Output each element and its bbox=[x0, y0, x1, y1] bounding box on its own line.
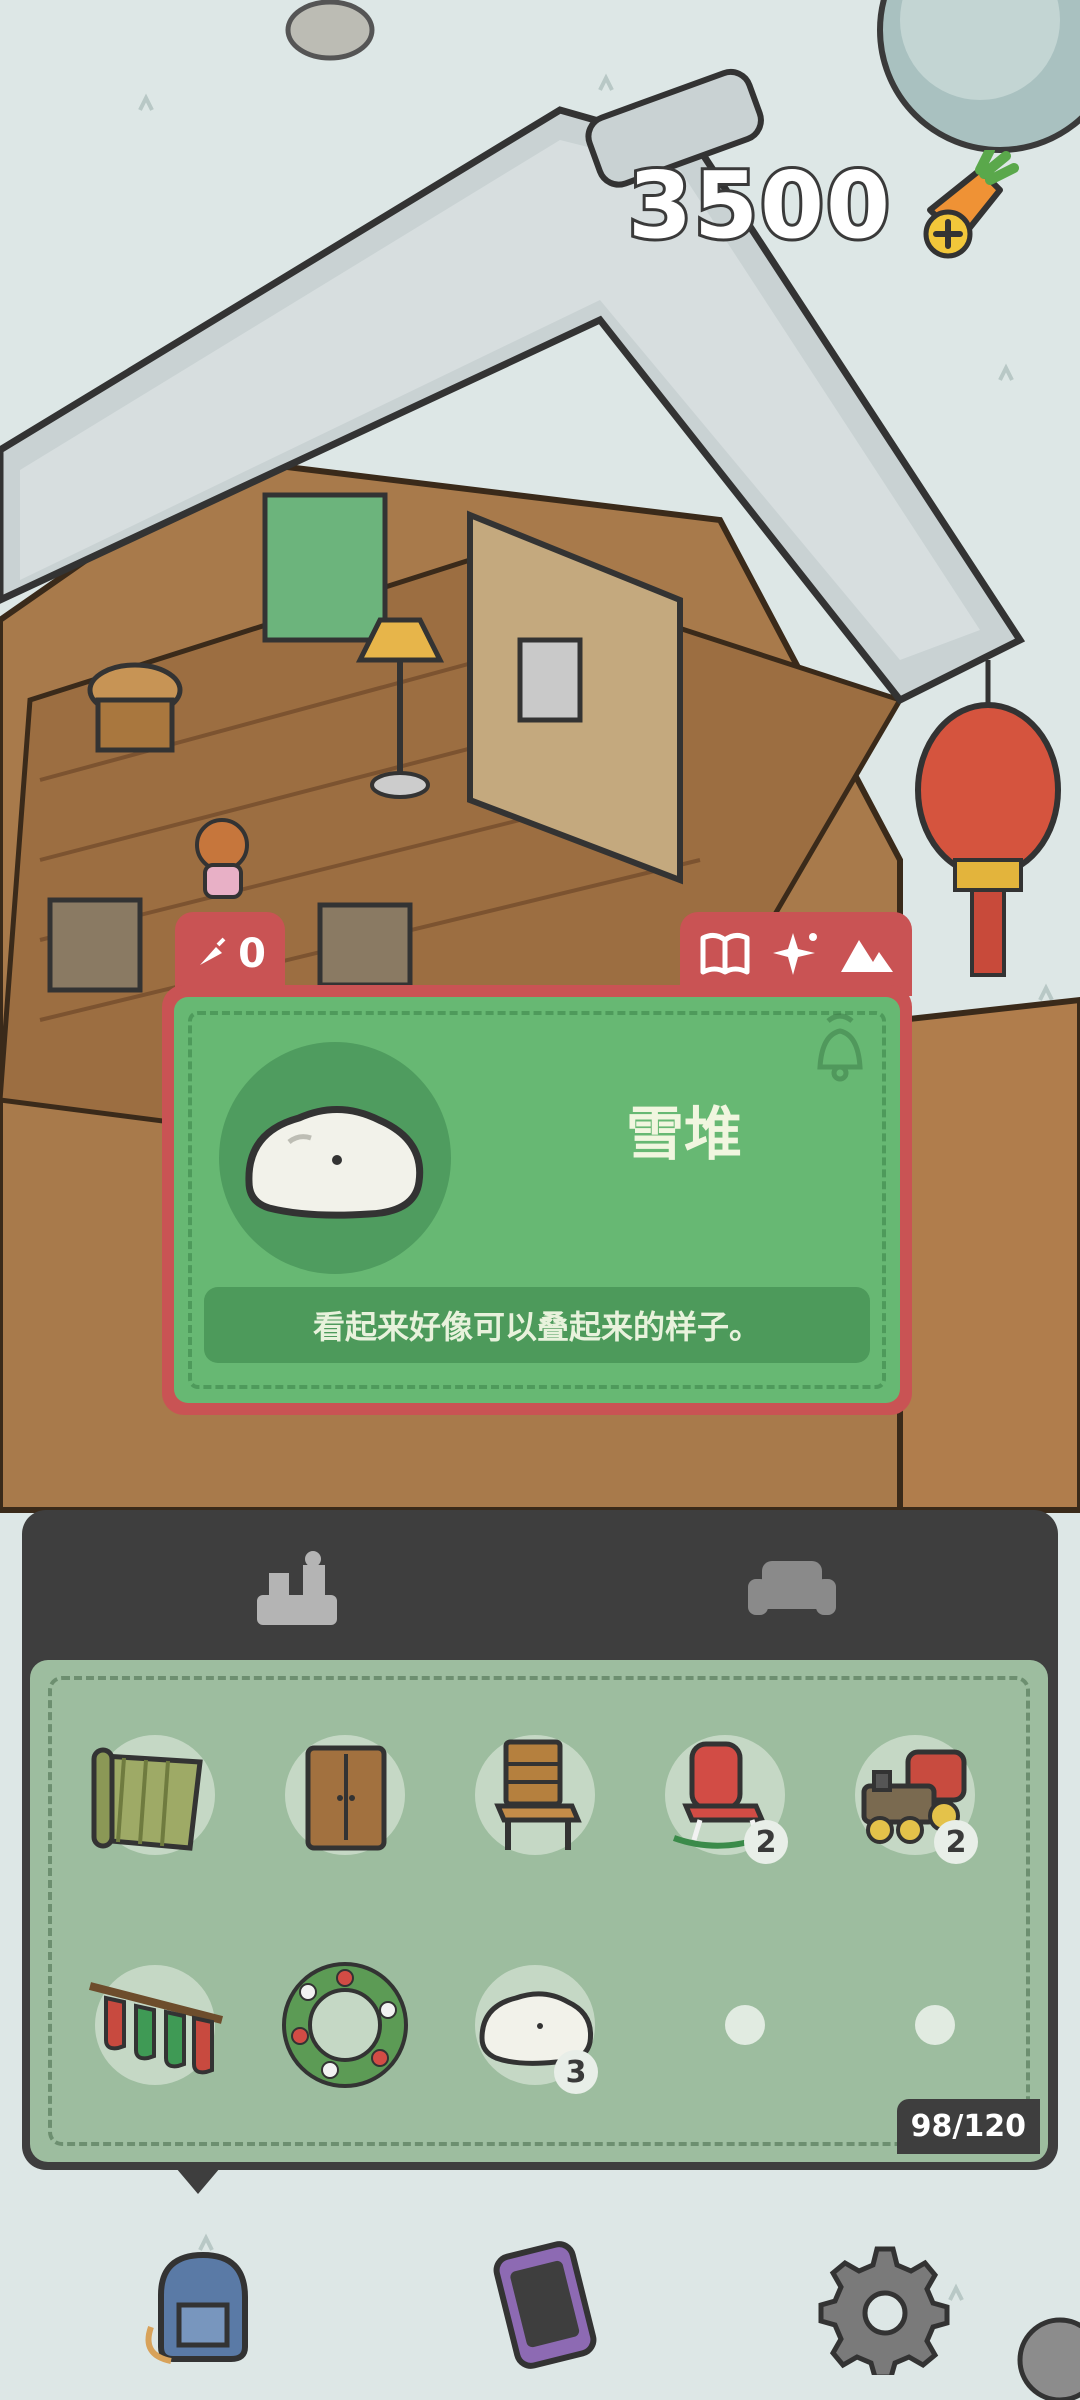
stockings-icon bbox=[89, 1982, 223, 2075]
sofa-icon bbox=[748, 1561, 836, 1615]
currency-display: 3500 bbox=[625, 149, 1020, 262]
item-detail-body: 雪堆 看起来好像可以叠起来的样子。 bbox=[174, 997, 900, 1403]
settings-gear-icon bbox=[818, 2246, 950, 2375]
item-preview bbox=[219, 1042, 451, 1274]
book-icon[interactable] bbox=[697, 926, 753, 982]
empty-slot[interactable] bbox=[915, 2005, 955, 2045]
carrot-cost-value: 0 bbox=[238, 931, 266, 977]
item-count-badge: 2 bbox=[744, 1820, 788, 1864]
inventory-capacity: 98/120 bbox=[896, 2099, 1040, 2154]
inventory-grid: 2 2 3 98/120 bbox=[30, 1660, 1048, 2162]
inventory-slot-snow-pile[interactable]: 3 bbox=[460, 1950, 610, 2100]
carrot-add-icon[interactable] bbox=[910, 150, 1020, 260]
item-detail-card: 雪堆 看起来好像可以叠起来的样子。 bbox=[162, 985, 912, 1415]
mountain-icon[interactable] bbox=[839, 926, 895, 982]
inventory-slot-wooden-chair[interactable] bbox=[460, 1720, 610, 1870]
sparkle-icon[interactable] bbox=[768, 926, 824, 982]
carrot-count: 3500 bbox=[625, 149, 893, 262]
detail-actions-tab bbox=[680, 912, 912, 996]
backpack-icon bbox=[145, 2251, 248, 2364]
inventory-panel: 2 2 3 98/120 bbox=[22, 1510, 1058, 2170]
wooden-chair-icon bbox=[494, 1739, 582, 1850]
inventory-slot-stockings[interactable] bbox=[80, 1950, 230, 2100]
phone-button[interactable] bbox=[465, 2230, 615, 2380]
tab-furniture-set[interactable] bbox=[237, 1540, 357, 1640]
item-name: 雪堆 bbox=[625, 1100, 742, 1168]
panel-pointer bbox=[176, 2168, 220, 2194]
inventory-slot-bamboo-mat[interactable] bbox=[80, 1720, 230, 1870]
backpack-button[interactable] bbox=[126, 2230, 276, 2380]
carrot-icon bbox=[200, 937, 226, 965]
item-description: 看起来好像可以叠起来的样子。 bbox=[204, 1287, 870, 1363]
settings-button[interactable] bbox=[810, 2230, 960, 2380]
bell-decoration-icon bbox=[817, 1013, 863, 1082]
carrot-cost-tab: 0 bbox=[175, 912, 285, 996]
inventory-slot-toy-train[interactable]: 2 bbox=[840, 1720, 990, 1870]
wardrobe-icon bbox=[305, 1745, 387, 1851]
bamboo-mat-icon bbox=[91, 1747, 203, 1851]
inventory-slot-rocking-chair[interactable]: 2 bbox=[650, 1720, 800, 1870]
furniture-set-icon bbox=[257, 1551, 337, 1625]
item-count-badge: 3 bbox=[554, 2050, 598, 2094]
snow-pile-icon bbox=[245, 1106, 424, 1219]
empty-slot[interactable] bbox=[725, 2005, 765, 2045]
wreath-icon bbox=[282, 1962, 408, 2088]
item-count-badge: 2 bbox=[934, 1820, 978, 1864]
inventory-tabs bbox=[22, 1510, 1058, 1660]
phone-icon bbox=[493, 2241, 597, 2369]
tab-sofa[interactable] bbox=[732, 1540, 852, 1640]
inventory-slot-wardrobe[interactable] bbox=[270, 1720, 420, 1870]
inventory-slot-wreath[interactable] bbox=[270, 1950, 420, 2100]
